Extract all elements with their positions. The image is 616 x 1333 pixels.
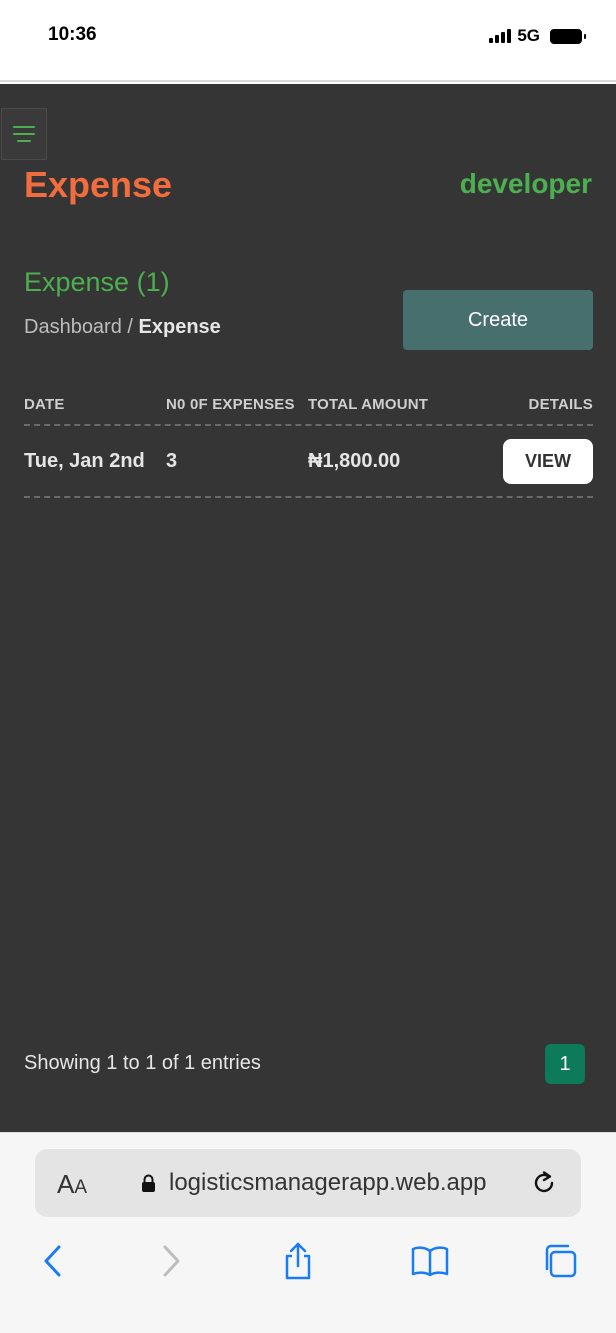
battery-icon bbox=[550, 28, 586, 44]
table-header: DATE N0 0F EXPENSES TOTAL AMOUNT DETAILS bbox=[24, 388, 593, 426]
breadcrumb: Dashboard / Expense bbox=[24, 316, 221, 339]
status-indicators: 5G bbox=[489, 26, 586, 46]
app-content: Expense developer Expense (1) Dashboard … bbox=[0, 84, 616, 1132]
share-button[interactable] bbox=[278, 1239, 318, 1283]
breadcrumb-current: Expense bbox=[138, 316, 221, 338]
network-type: 5G bbox=[517, 26, 540, 45]
bookmarks-button[interactable] bbox=[410, 1239, 450, 1283]
breadcrumb-dashboard[interactable]: Dashboard bbox=[24, 316, 122, 338]
table-row: Tue, Jan 2nd 3 ₦1,800.00 VIEW bbox=[24, 426, 593, 498]
cell-date: Tue, Jan 2nd bbox=[24, 450, 145, 472]
tabs-button[interactable] bbox=[540, 1239, 580, 1283]
bookmarks-icon bbox=[411, 1246, 449, 1277]
username[interactable]: developer bbox=[460, 168, 592, 200]
reload-icon[interactable] bbox=[529, 1168, 559, 1198]
page-title: Expense bbox=[24, 164, 173, 205]
expense-table: DATE N0 0F EXPENSES TOTAL AMOUNT DETAILS… bbox=[24, 388, 593, 498]
page-button[interactable]: 1 bbox=[545, 1044, 585, 1084]
section-title: Expense (1) bbox=[24, 267, 170, 297]
address-bar[interactable]: AA logisticsmanagerapp.web.app bbox=[35, 1149, 581, 1217]
lock-icon bbox=[142, 1174, 155, 1192]
browser-toolbar: AA logisticsmanagerapp.web.app bbox=[0, 1132, 616, 1333]
view-button[interactable]: VIEW bbox=[503, 439, 593, 484]
menu-button[interactable] bbox=[1, 108, 47, 160]
back-icon bbox=[44, 1245, 61, 1277]
status-time: 10:36 bbox=[48, 24, 97, 45]
create-button[interactable]: Create bbox=[403, 290, 593, 350]
text-size-button[interactable]: AA bbox=[57, 1169, 87, 1200]
pagination-info: Showing 1 to 1 of 1 entries bbox=[24, 1052, 261, 1074]
forward-button[interactable] bbox=[152, 1239, 192, 1283]
menu-icon bbox=[13, 126, 35, 128]
cell-count: 3 bbox=[166, 450, 178, 472]
status-bar: 10:36 5G bbox=[0, 0, 616, 82]
column-count: N0 0F EXPENSES bbox=[166, 396, 295, 413]
column-date: DATE bbox=[24, 396, 65, 413]
signal-icon bbox=[489, 29, 512, 43]
back-button[interactable] bbox=[32, 1239, 72, 1283]
cell-amount: ₦1,800.00 bbox=[308, 450, 401, 472]
url-text: logisticsmanagerapp.web.app bbox=[169, 1169, 487, 1196]
tabs-icon bbox=[545, 1244, 577, 1278]
forward-icon bbox=[163, 1245, 180, 1277]
column-details: DETAILS bbox=[528, 396, 593, 413]
column-total: TOTAL AMOUNT bbox=[308, 396, 429, 413]
share-icon bbox=[285, 1242, 311, 1280]
breadcrumb-separator: / bbox=[127, 316, 133, 338]
